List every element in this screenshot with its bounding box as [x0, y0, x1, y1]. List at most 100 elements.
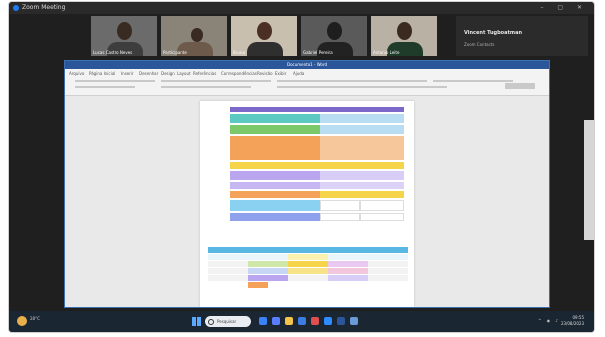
weather-temp[interactable]: 28°C: [30, 316, 40, 321]
table-cell: [320, 191, 360, 198]
word-taskbar-icon[interactable]: [337, 317, 345, 325]
ribbon-tab[interactable]: Exibir: [275, 71, 286, 76]
ribbon-group[interactable]: [75, 80, 155, 82]
table-cell: [328, 275, 368, 281]
table-cell: [320, 162, 360, 169]
table-cell: [230, 213, 320, 221]
video-tile[interactable]: Lucas Castro Neves: [91, 16, 157, 56]
participant-body: [247, 42, 283, 56]
table-cell: [230, 171, 320, 180]
table-header-cell: [320, 107, 360, 112]
zoom-titlebar: Zoom Meeting – ▢ ✕: [9, 2, 594, 14]
ribbon-tab[interactable]: Layout: [177, 71, 191, 76]
file-explorer-icon[interactable]: [285, 317, 293, 325]
system-tray[interactable]: ^ ◉ ♪: [538, 318, 560, 323]
table-cell: [328, 268, 368, 274]
ribbon-tab[interactable]: Correspondências: [221, 71, 257, 76]
weather-icon[interactable]: [17, 316, 27, 326]
table-cell: [360, 171, 404, 180]
windows-start-icon[interactable]: [192, 317, 201, 326]
ribbon-tab[interactable]: Design: [161, 71, 175, 76]
zoom-taskbar-icon[interactable]: [324, 317, 332, 325]
table-cell: [230, 182, 320, 189]
table-cell: [230, 162, 320, 169]
window-title: Zoom Meeting: [22, 4, 66, 11]
ribbon-group[interactable]: [277, 86, 447, 88]
participant-head: [191, 28, 203, 42]
video-strip: Lucas Castro Neves Participante Bruna Ga…: [91, 16, 451, 56]
ribbon-tab[interactable]: Inserir: [121, 71, 134, 76]
windows-taskbar: 28°C Pesquisar ^ ◉ ♪ 09:55 23/08/2023: [9, 311, 594, 332]
ribbon-editing-group[interactable]: [505, 83, 535, 89]
table-cell: [368, 254, 408, 260]
table-cell: [368, 268, 408, 274]
table-cell: [248, 282, 268, 288]
app-icon[interactable]: [350, 317, 358, 325]
table-cell: [230, 136, 320, 160]
speaker-subtitle: Zoom Contacts: [464, 42, 495, 47]
shared-word-window[interactable]: Documento1 - Word Arquivo Página Inicial…: [64, 60, 550, 308]
word-ribbon: Arquivo Página Inicial Inserir Desenhar …: [65, 69, 549, 96]
table-cell: [360, 191, 404, 198]
participant-name: Antonio Leite: [373, 50, 400, 55]
table-header-cell: [230, 107, 320, 112]
participant-name: Gabriel Pereira: [303, 50, 333, 55]
table-cell: [288, 254, 328, 260]
task-view-icon[interactable]: [259, 317, 267, 325]
taskbar-clock[interactable]: 09:55 23/08/2023: [561, 315, 584, 327]
table-cell: [320, 200, 360, 211]
table-cell: [368, 275, 408, 281]
table-cell: [288, 275, 328, 281]
table-cell: [360, 162, 404, 169]
table-cell: [360, 114, 404, 123]
video-tile[interactable]: Antonio Leite: [371, 16, 437, 56]
table-cell: [320, 114, 360, 123]
table-cell: [368, 261, 408, 267]
window-controls[interactable]: – ▢ ✕: [540, 2, 588, 14]
table-cell: [248, 254, 288, 260]
table-header-row: [208, 247, 408, 253]
clock-date: 23/08/2023: [560, 321, 584, 326]
ribbon-group[interactable]: [161, 80, 271, 82]
ribbon-tab[interactable]: Ajuda: [293, 71, 304, 76]
participant-head: [117, 22, 132, 40]
store-icon[interactable]: [298, 317, 306, 325]
ribbon-group[interactable]: [433, 80, 513, 82]
ribbon-group[interactable]: [75, 86, 135, 88]
speaker-name: Vincent Tugboatman: [464, 30, 523, 36]
table-cell: [230, 125, 320, 134]
participant-name: Lucas Castro Neves: [93, 50, 133, 55]
chrome-icon[interactable]: [311, 317, 319, 325]
table-cell: [208, 261, 248, 267]
table-cell: [360, 182, 404, 189]
participant-head: [257, 22, 272, 40]
participant-name: Participante: [163, 50, 187, 55]
side-panel-strip: [584, 120, 594, 240]
ribbon-group[interactable]: [277, 80, 427, 82]
zoom-logo-icon: [13, 5, 19, 11]
table-cell: [208, 275, 248, 281]
ribbon-tab[interactable]: Desenhar: [139, 71, 158, 76]
document-page[interactable]: [200, 101, 414, 307]
ribbon-group[interactable]: [161, 86, 251, 88]
ribbon-tab[interactable]: Revisão: [257, 71, 273, 76]
table-cell: [208, 254, 248, 260]
edge-icon[interactable]: [272, 317, 280, 325]
video-tile[interactable]: Gabriel Pereira: [301, 16, 367, 56]
table-cell: [248, 268, 288, 274]
ribbon-tab[interactable]: Arquivo: [69, 71, 84, 76]
video-tile[interactable]: Bruna: [231, 16, 297, 56]
ribbon-tab[interactable]: Página Inicial: [89, 71, 115, 76]
table-cell: [328, 254, 368, 260]
video-tile[interactable]: Participante: [161, 16, 227, 56]
taskbar-search-input[interactable]: Pesquisar: [205, 316, 251, 327]
table-cell: [360, 213, 404, 221]
participant-name: Bruna: [233, 50, 245, 55]
ribbon-tab[interactable]: Referências: [193, 71, 216, 76]
table-cell: [320, 136, 360, 160]
participant-head: [397, 22, 412, 40]
table-header-cell: [360, 107, 404, 112]
table-cell: [360, 200, 404, 211]
clock-time: 09:55: [572, 315, 584, 320]
word-titlebar: Documento1 - Word: [65, 61, 549, 69]
